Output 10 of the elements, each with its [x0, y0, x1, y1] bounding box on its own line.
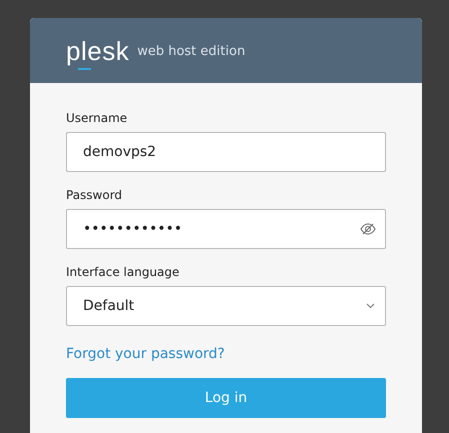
password-field[interactable]: •••••••••••• — [66, 209, 386, 249]
edition-label: web host edition — [137, 42, 246, 61]
field-label: Password — [66, 187, 124, 203]
language-dropdown[interactable]: Default — [66, 286, 386, 326]
logo: plesk — [66, 35, 130, 72]
chevron-down-icon — [366, 303, 375, 309]
hidden-eye-icon[interactable] — [360, 223, 376, 235]
username-field[interactable]: demovps2 — [66, 132, 386, 172]
field-label: Username — [66, 110, 128, 126]
field-label: Interface language — [66, 264, 180, 280]
